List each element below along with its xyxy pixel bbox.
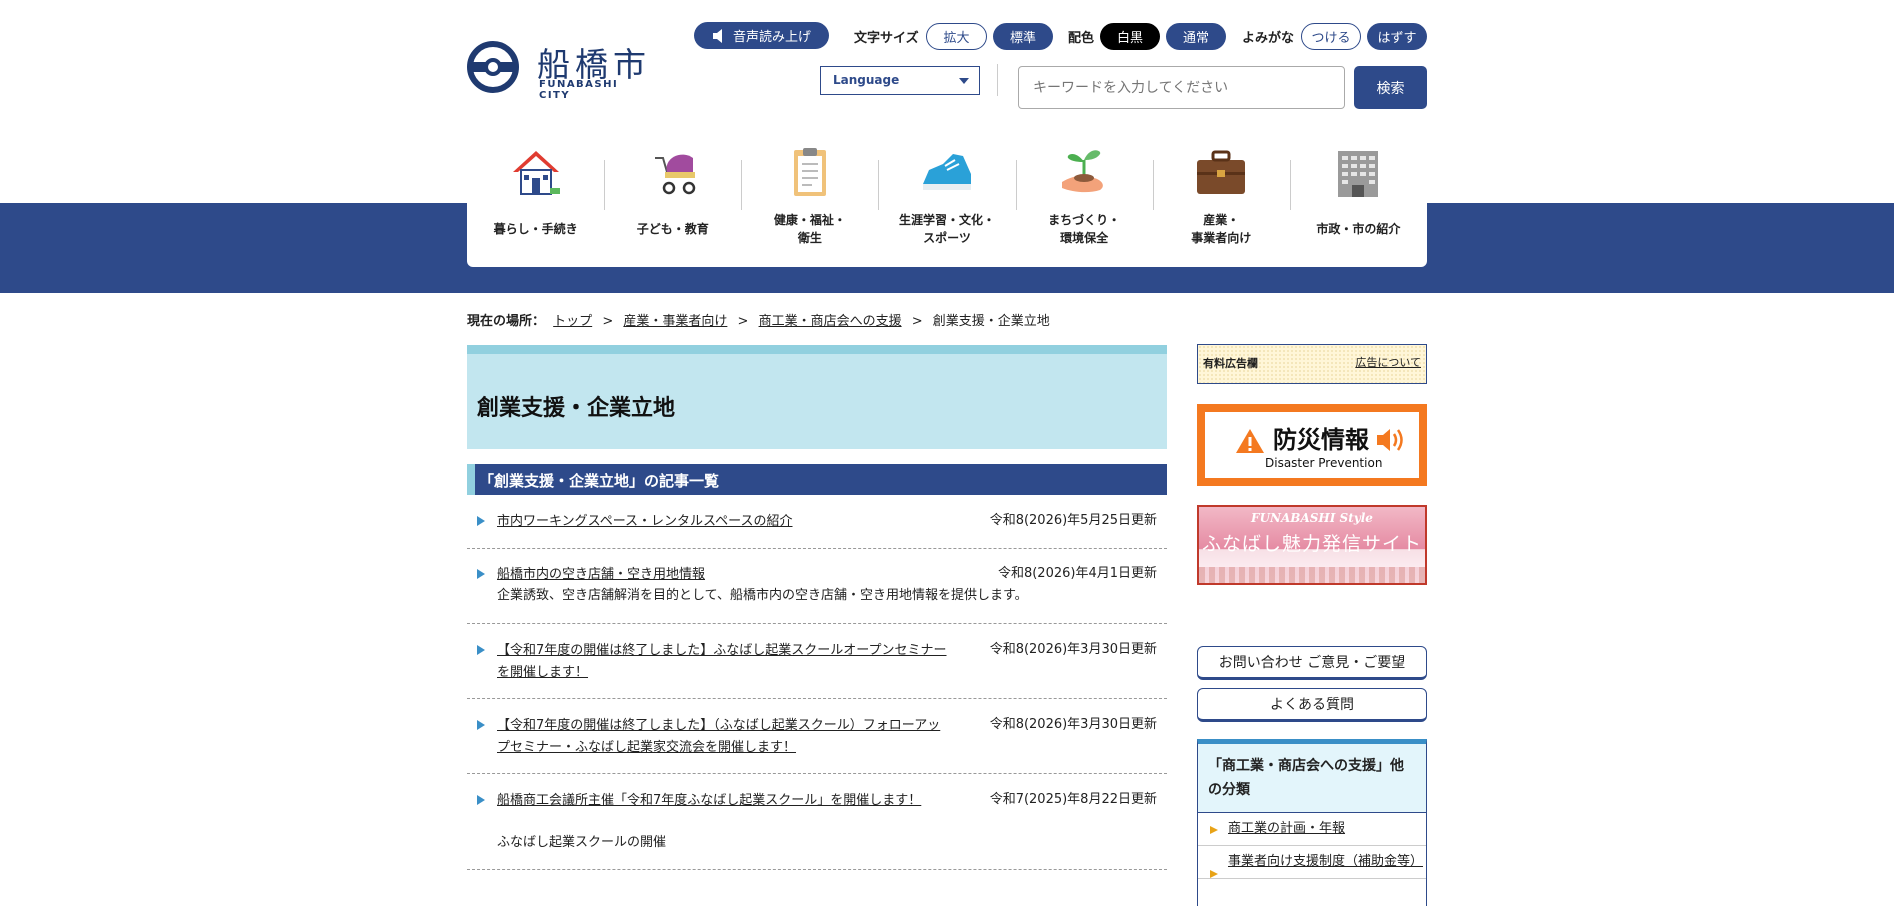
- article-list-heading: 「創業支援・企業立地」の記事一覧: [467, 464, 1167, 495]
- category-link[interactable]: 事業者向け支援制度（補助金等）: [1228, 854, 1423, 869]
- language-select[interactable]: Language: [820, 66, 980, 95]
- nav-label: 産業・ 事業者向け: [1191, 213, 1252, 245]
- nav-item-health[interactable]: 健康・福祉・ 衛生: [741, 132, 878, 267]
- sprout-icon: [1054, 142, 1114, 202]
- article-date: 令和8(2026)年3月30日更新: [989, 717, 1157, 732]
- yomigana-label: よみがな: [1242, 31, 1295, 46]
- breadcrumb-link-business[interactable]: 産業・事業者向け: [623, 314, 727, 329]
- list-item: 船橋商工会議所主催「令和7年度ふなばし起業スクール」を開催します！ 令和7(20…: [467, 790, 1167, 870]
- article-date: 令和7(2025)年8月22日更新: [989, 792, 1157, 807]
- disaster-prevention-banner[interactable]: 防災情報 Disaster Prevention: [1197, 404, 1427, 486]
- nav-label: 市政・市の紹介: [1316, 222, 1401, 236]
- list-item: 【令和7年度の開催は終了しました】ふなばし起業スクールオープンセミナーを開催しま…: [467, 640, 1167, 699]
- speaker-icon: [1377, 429, 1403, 451]
- speaker-icon: [712, 28, 722, 43]
- read-aloud-button[interactable]: 音声読み上げ: [694, 22, 829, 49]
- article-link[interactable]: 船橋市内の空き店舗・空き用地情報: [497, 564, 947, 586]
- category-box: 「商工業・商店会への支援」他の分類 商工業の計画・年報 事業者向け支援制度（補助…: [1197, 739, 1427, 906]
- breadcrumb-separator: >: [737, 314, 749, 329]
- nav-label: 生涯学習・文化・ スポーツ: [898, 213, 995, 245]
- triangle-bullet-icon: [477, 569, 485, 579]
- breadcrumb-current: 創業支援・企業立地: [932, 314, 1050, 329]
- language-label: Language: [833, 73, 900, 87]
- breadcrumb-link-top[interactable]: トップ: [553, 314, 592, 329]
- list-item: 事業者向け支援制度（補助金等）: [1198, 846, 1426, 879]
- banner-subtitle: Disaster Prevention: [1265, 456, 1383, 470]
- nav-label: 暮らし・手続き: [493, 222, 578, 236]
- article-link[interactable]: 市内ワーキングスペース・レンタルスペースの紹介: [497, 511, 947, 533]
- triangle-bullet-icon: [477, 795, 485, 805]
- color-bw-button[interactable]: 白黒: [1100, 23, 1160, 50]
- article-date: 令和8(2026)年3月30日更新: [989, 642, 1157, 657]
- stroller-icon: [643, 142, 703, 202]
- briefcase-icon: [1191, 142, 1251, 202]
- ad-label: 有料広告欄: [1203, 357, 1258, 370]
- font-standard-button[interactable]: 標準: [993, 23, 1053, 50]
- list-item: 【令和7年度の開催は終了しました】（ふなばし起業スクール）フォローアップセミナー…: [467, 715, 1167, 774]
- breadcrumb-label: 現在の場所：: [467, 314, 546, 329]
- page-title-box: 創業支援・企業立地: [467, 345, 1167, 449]
- article-description: ふなばし起業スクールの開催: [497, 835, 667, 850]
- list-item: 商工業の計画・年報: [1198, 813, 1426, 846]
- city-emblem-icon: [467, 41, 519, 93]
- divider: [997, 64, 998, 96]
- list-item: 船橋市内の空き店舗・空き用地情報 令和8(2026)年4月1日更新 企業誘致、空…: [467, 564, 1167, 624]
- contact-button[interactable]: お問い合わせ ご意見・ご要望: [1197, 646, 1427, 680]
- yomigana-off-button[interactable]: はずす: [1367, 23, 1427, 50]
- triangle-bullet-icon: [477, 645, 485, 655]
- triangle-bullet-icon: [1210, 826, 1218, 834]
- chevron-down-icon: [959, 78, 969, 84]
- nav-label: 子ども・教育: [636, 222, 709, 236]
- nav-item-culture[interactable]: 生涯学習・文化・ スポーツ: [878, 132, 1015, 267]
- search-input[interactable]: [1018, 66, 1345, 109]
- nav-label: 健康・福祉・ 衛生: [773, 213, 846, 245]
- category-link[interactable]: 商工業の計画・年報: [1228, 821, 1345, 836]
- warning-icon: [1236, 429, 1264, 453]
- breadcrumb: 現在の場所： トップ > 産業・事業者向け > 商工業・商店会への支援 > 創業…: [467, 310, 1050, 329]
- banner-title: 防災情報: [1273, 426, 1369, 454]
- triangle-bullet-icon: [1210, 870, 1218, 878]
- list-item: 市内ワーキングスペース・レンタルスペースの紹介 令和8(2026)年5月25日更…: [467, 511, 1167, 549]
- nav-item-living[interactable]: 暮らし・手続き: [467, 132, 604, 267]
- article-link[interactable]: 【令和7年度の開催は終了しました】（ふなばし起業スクール）フォローアップセミナー…: [497, 715, 947, 759]
- article-link[interactable]: 【令和7年度の開催は終了しました】ふなばし起業スクールオープンセミナーを開催しま…: [497, 640, 947, 684]
- house-icon: [506, 142, 566, 202]
- article-description: 企業誘致、空き店舗解消を目的として、船橋市内の空き店舗・空き用地情報を提供します…: [497, 588, 1028, 603]
- page-title: 創業支援・企業立地: [477, 396, 676, 421]
- nav-item-business[interactable]: 産業・ 事業者向け: [1152, 132, 1290, 267]
- yomigana-on-button[interactable]: つける: [1301, 23, 1361, 50]
- clipboard-icon: [780, 142, 840, 202]
- breadcrumb-link-support[interactable]: 商工業・商店会への支援: [759, 314, 902, 329]
- logo-subtext: FUNABASHI CITY: [539, 79, 619, 101]
- breadcrumb-separator: >: [602, 314, 614, 329]
- site-logo[interactable]: 船橋市 FUNABASHI CITY: [467, 38, 652, 101]
- townscape-illustration: [1199, 567, 1425, 583]
- font-size-label: 文字サイズ: [854, 31, 919, 46]
- banner-title: ふなばし魅力発信サイト: [1201, 533, 1422, 555]
- nav-item-community[interactable]: まちづくり・ 環境保全: [1015, 132, 1153, 267]
- nav-label: まちづくり・ 環境保全: [1048, 213, 1121, 245]
- read-aloud-label: 音声読み上げ: [732, 30, 811, 45]
- article-link[interactable]: 船橋商工会議所主催「令和7年度ふなばし起業スクール」を開催します！: [497, 790, 947, 812]
- funabashi-style-banner[interactable]: FUNABASHI Style ふなばし魅力発信サイト: [1197, 505, 1427, 585]
- font-enlarge-button[interactable]: 拡大: [926, 23, 987, 50]
- triangle-bullet-icon: [477, 720, 485, 730]
- breadcrumb-separator: >: [911, 314, 923, 329]
- search-button[interactable]: 検索: [1354, 66, 1427, 109]
- article-date: 令和8(2026)年4月1日更新: [997, 566, 1157, 581]
- faq-button[interactable]: よくある質問: [1197, 688, 1427, 722]
- sneaker-icon: [917, 142, 977, 202]
- banner-logo-text: FUNABASHI Style: [1251, 511, 1373, 525]
- color-scheme-label: 配色: [1068, 31, 1095, 46]
- color-normal-button[interactable]: 通常: [1166, 23, 1226, 50]
- building-icon: [1328, 142, 1388, 202]
- global-nav: 暮らし・手続き 子ども・教育 健康・福祉・ 衛生 生涯学習・文化・ スポーツ ま…: [467, 132, 1427, 267]
- nav-item-children[interactable]: 子ども・教育: [604, 132, 741, 267]
- category-heading: 「商工業・商店会への支援」他の分類: [1198, 744, 1426, 813]
- nav-item-cityhall[interactable]: 市政・市の紹介: [1289, 132, 1427, 267]
- article-date: 令和8(2026)年5月25日更新: [989, 513, 1157, 528]
- ad-info-link[interactable]: 広告について: [1355, 354, 1421, 370]
- triangle-bullet-icon: [477, 516, 485, 526]
- ad-header: 有料広告欄 広告について: [1197, 344, 1427, 384]
